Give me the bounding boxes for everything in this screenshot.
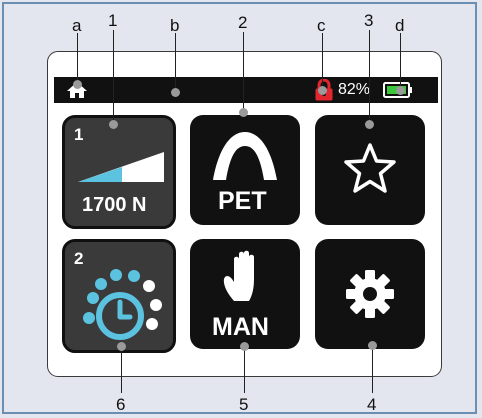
hand-icon	[223, 250, 254, 301]
leader-line-d	[400, 33, 401, 90]
callout-label-3: 3	[364, 11, 374, 30]
pet-tile[interactable]: PET	[190, 115, 300, 225]
callout-dot-b	[171, 88, 180, 97]
force-ramp-icon	[78, 152, 164, 182]
callout-dot-4	[368, 341, 377, 350]
callout-label-6: 6	[116, 395, 126, 414]
pet-label: PET	[218, 187, 267, 215]
force-tile[interactable]: 1 1700 N	[62, 115, 176, 229]
leader-line-3	[369, 30, 370, 125]
leader-line-a	[77, 33, 78, 83]
timer-tile[interactable]: 2	[62, 239, 176, 353]
leader-line-b	[175, 33, 176, 90]
callout-dot-6	[117, 342, 126, 351]
gear-icon	[346, 270, 394, 318]
callout-label-1: 1	[108, 11, 118, 30]
manual-label: MAN	[212, 313, 269, 341]
callout-label-4: 4	[367, 395, 377, 414]
leader-line-c	[322, 33, 323, 89]
star-icon	[344, 143, 396, 193]
favorites-tile[interactable]	[315, 115, 425, 225]
callout-dot-c	[318, 86, 327, 95]
callout-label-5: 5	[239, 395, 249, 414]
leader-line-2	[243, 32, 244, 113]
settings-tile[interactable]	[315, 239, 425, 349]
callout-label-c: c	[317, 16, 326, 35]
manual-tile[interactable]: MAN	[190, 239, 300, 349]
arch-icon	[213, 132, 277, 180]
callout-dot-d	[396, 86, 405, 95]
clock-icon	[83, 269, 162, 340]
callout-label-a: a	[72, 16, 82, 35]
callout-label-b: b	[170, 16, 180, 35]
leader-line-6	[121, 348, 122, 393]
callout-label-2: 2	[238, 13, 248, 32]
status-bar: 82%	[54, 77, 438, 103]
callout-label-d: d	[395, 16, 405, 35]
leader-line-4	[372, 345, 373, 393]
callout-dot-a	[73, 80, 82, 89]
callout-dot-3	[365, 120, 374, 129]
tile-slot-number: 1	[74, 125, 84, 144]
callout-dot-2	[239, 108, 248, 117]
battery-percent: 82%	[338, 81, 371, 98]
force-value: 1700 N	[82, 194, 147, 216]
callout-dot-5	[240, 342, 249, 351]
leader-line-5	[244, 348, 245, 393]
callout-dot-1	[109, 120, 118, 129]
leader-line-1	[113, 30, 114, 125]
